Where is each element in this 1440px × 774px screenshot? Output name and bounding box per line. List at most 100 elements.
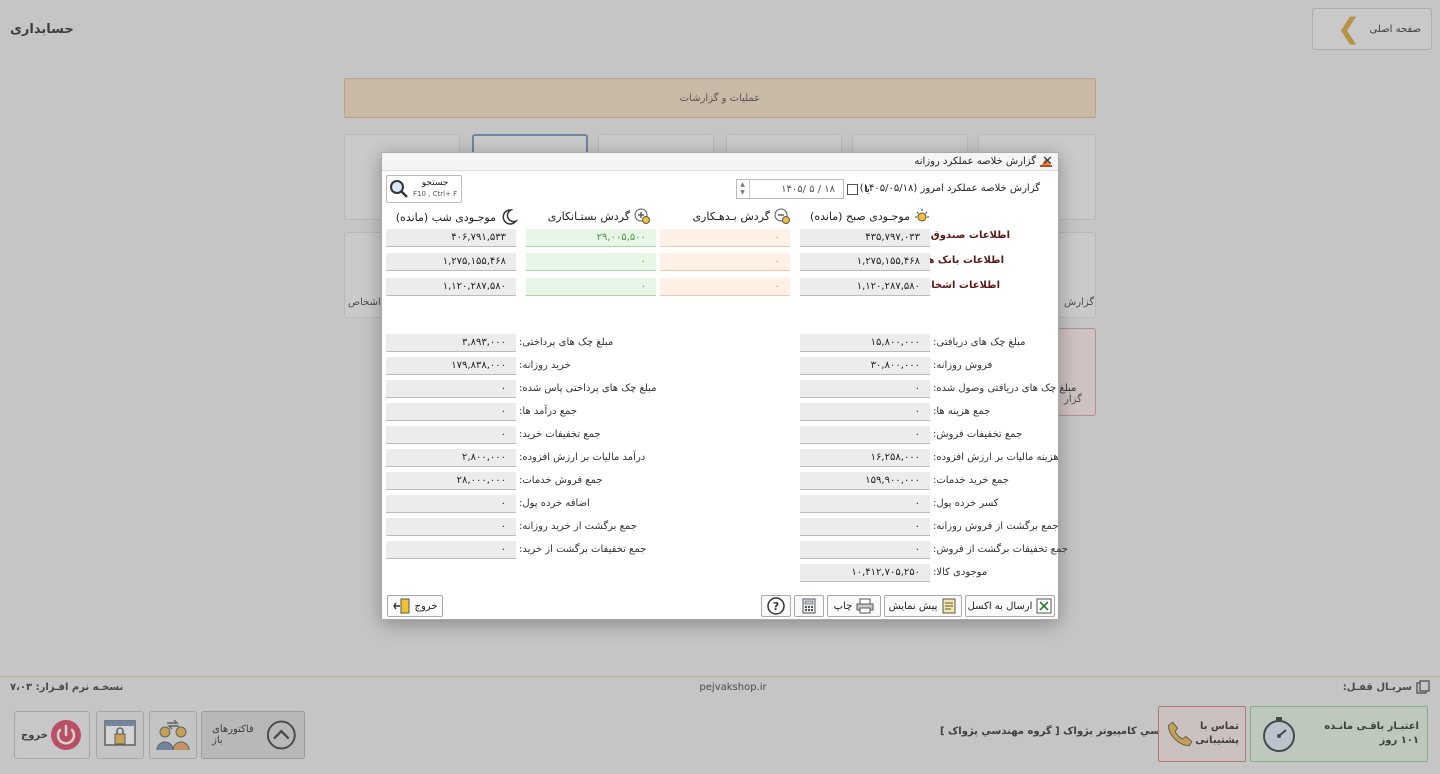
or-label: یا: [864, 184, 870, 195]
exit-dialog-button[interactable]: خروج: [387, 595, 443, 617]
field-value: ۰: [800, 495, 930, 513]
daily-summary-dialog: گزارش خلاصه عملکرد روزانه ✕ گزارش خلاصه …: [381, 152, 1076, 620]
field-value: ۰: [800, 518, 930, 536]
dialog-title: گزارش خلاصه عملکرد روزانه: [914, 156, 1052, 167]
spin-down-icon[interactable]: ▼: [740, 189, 745, 197]
cash-debit-value: ۰: [660, 229, 790, 247]
svg-text:?: ?: [773, 600, 779, 613]
field-value: ۰: [386, 495, 516, 513]
persons-debit-value: ۰: [660, 278, 790, 296]
close-icon[interactable]: ✕: [1042, 154, 1053, 169]
field-value: ۰: [800, 403, 930, 421]
plus-coin-icon: [634, 208, 650, 224]
minus-coin-icon: [774, 208, 790, 224]
help-button[interactable]: ?: [761, 595, 791, 617]
field-value: ۲,۸۰۰,۰۰۰: [386, 449, 516, 467]
custom-date-checkbox[interactable]: [847, 184, 858, 195]
credit-turnover-header: گردش بستـانکاری: [548, 208, 650, 224]
field-value: ۰: [386, 403, 516, 421]
field-label: موجودی کالا:: [933, 567, 988, 578]
field-value: ۰: [386, 541, 516, 559]
field-value: ۳۰,۸۰۰,۰۰۰: [800, 357, 930, 375]
printer-icon: [856, 598, 874, 614]
field-label: جمع خرید خدمات:: [933, 475, 1009, 486]
field-label: جمع تخفیفات خرید:: [519, 429, 601, 440]
print-preview-button[interactable]: پیش نمایش: [884, 595, 962, 617]
field-value: ۰: [800, 426, 930, 444]
field-label: خرید روزانه:: [519, 360, 571, 371]
inventory-value: ۱۰,۴۱۲,۷۰۵,۲۵۰: [800, 564, 930, 582]
field-label: جمع درآمد ها:: [519, 406, 577, 417]
date-spinner[interactable]: ▲ ▼: [736, 179, 750, 199]
excel-icon: [1036, 598, 1052, 614]
field-value: ۲۸,۰۰۰,۰۰۰: [386, 472, 516, 490]
morning-header-text: موجـودی صبح (مانده): [810, 209, 910, 223]
exit-dialog-label: خروج: [414, 600, 438, 612]
field-value: ۰: [386, 518, 516, 536]
field-value: ۱۷۹,۸۳۸,۰۰۰: [386, 357, 516, 375]
search-shortcut: F10 , Ctrl+ F: [413, 190, 458, 198]
report-today-label: گزارش خلاصه عملکرد امروز (۱۴۰۵/۰۵/۱۸): [860, 183, 1040, 194]
field-label: هزینه مالیات بر ارزش افزوده:: [933, 452, 1059, 463]
print-preview-label: پیش نمایش: [888, 600, 938, 612]
sun-icon: [915, 209, 929, 222]
field-value: ۳,۸۹۳,۰۰۰: [386, 334, 516, 352]
search-button[interactable]: جستجو F10 , Ctrl+ F: [386, 175, 462, 203]
field-label: کسر خرده پول:: [933, 498, 999, 509]
night-balance-header: موجـودی شب (مانده): [396, 208, 518, 226]
moon-icon: [502, 209, 518, 225]
field-label: فروش روزانه:: [933, 360, 993, 371]
calculator-icon: [802, 598, 816, 614]
preview-icon: [942, 598, 956, 614]
field-label: جمع تخفیفات فروش:: [933, 429, 1023, 440]
credit-header-text: گردش بستـانکاری: [547, 209, 630, 223]
field-label: اضافه خرده پول:: [519, 498, 590, 509]
field-label: مبلغ چک های دریافتی وصول شده:: [933, 383, 1077, 394]
field-label: جمع تخفیفات برگشت از خرید:: [519, 544, 647, 555]
field-value: ۰: [386, 426, 516, 444]
field-label: مبلغ چک های پرداختی:: [519, 337, 614, 348]
field-value: ۰: [800, 541, 930, 559]
bank-night-value: ۱,۲۷۵,۱۵۵,۴۶۸: [386, 253, 516, 271]
date-picker-input[interactable]: ۱۴۰۵/ ۵ / ۱۸: [736, 179, 844, 199]
spin-up-icon[interactable]: ▲: [740, 181, 745, 189]
field-value: ۱۵,۸۰۰,۰۰۰: [800, 334, 930, 352]
search-icon: [390, 180, 408, 198]
cash-credit-value: ۲۹,۰۰۵,۵۰۰: [526, 229, 656, 247]
persons-credit-value: ۰: [526, 278, 656, 296]
help-icon: ?: [767, 597, 785, 615]
field-label: جمع تخفیفات برگشت از فروش:: [933, 544, 1068, 555]
dialog-title-text: گزارش خلاصه عملکرد روزانه: [914, 156, 1036, 167]
cash-morning-value: ۴۳۵,۷۹۷,۰۳۳: [800, 229, 930, 247]
field-label: جمع برگشت از فروش روزانه:: [933, 521, 1059, 532]
bank-debit-value: ۰: [660, 253, 790, 271]
persons-night-value: ۱,۱۲۰,۲۸۷,۵۸۰: [386, 278, 516, 296]
debit-turnover-header: گردش بـدهـکاری: [692, 208, 790, 224]
field-label: جمع فروش خدمات:: [519, 475, 603, 486]
search-text: جستجو F10 , Ctrl+ F: [413, 178, 457, 200]
export-excel-button[interactable]: ارسال به اکسل: [965, 595, 1055, 617]
night-header-text: موجـودی شب (مانده): [395, 210, 496, 224]
search-label: جستجو: [421, 178, 449, 188]
bank-morning-value: ۱,۲۷۵,۱۵۵,۴۶۸: [800, 253, 930, 271]
bank-credit-value: ۰: [526, 253, 656, 271]
print-button[interactable]: چاپ: [827, 595, 881, 617]
field-value: ۱۶,۲۵۸,۰۰۰: [800, 449, 930, 467]
print-label: چاپ: [833, 600, 853, 612]
field-value: ۰: [386, 380, 516, 398]
field-label: جمع برگشت از خرید روزانه:: [519, 521, 637, 532]
debit-header-text: گردش بـدهـکاری: [692, 209, 770, 223]
report-today-text: گزارش خلاصه عملکرد امروز: [920, 183, 1041, 194]
morning-balance-header: موجـودی صبح (مانده): [810, 208, 930, 224]
field-label: درآمد مالیات بر ارزش افزوده:: [519, 452, 646, 463]
field-label: مبلغ چک های پرداختی پاس شده:: [519, 383, 657, 394]
field-label: مبلغ چک های دریافتی:: [933, 337, 1026, 348]
cash-night-value: ۴۰۶,۷۹۱,۵۳۳: [386, 229, 516, 247]
persons-morning-value: ۱,۱۲۰,۲۸۷,۵۸۰: [800, 278, 930, 296]
field-value: ۱۵۹,۹۰۰,۰۰۰: [800, 472, 930, 490]
field-label: جمع هزینه ها:: [933, 406, 991, 417]
exit-door-icon: [392, 598, 410, 614]
export-excel-label: ارسال به اکسل: [967, 600, 1033, 612]
calculator-button[interactable]: [794, 595, 824, 617]
field-value: ۰: [800, 380, 930, 398]
